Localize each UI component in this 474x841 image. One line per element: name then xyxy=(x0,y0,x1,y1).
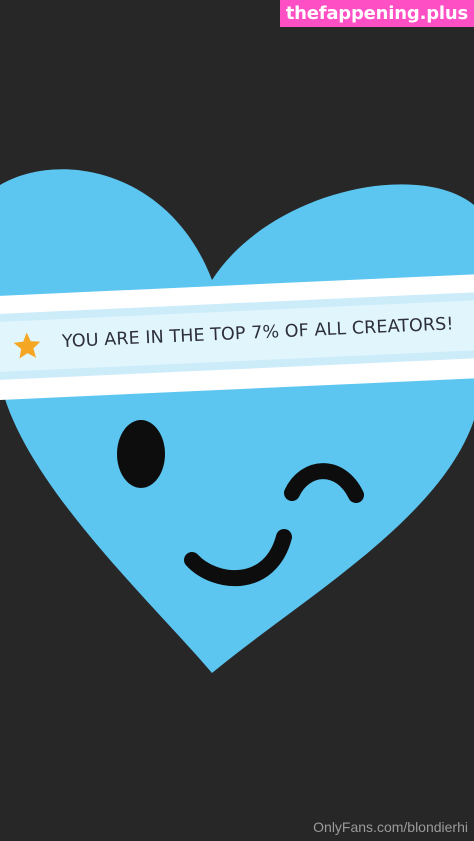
creator-rank-screen: YOU ARE IN THE TOP 7% OF ALL CREATORS! t… xyxy=(0,0,474,841)
left-eye xyxy=(117,420,165,488)
heart-shape xyxy=(0,169,474,673)
heart-mascot xyxy=(0,169,474,673)
top-creator-banner: YOU ARE IN THE TOP 7% OF ALL CREATORS! xyxy=(0,273,474,401)
site-watermark: thefappening.plus xyxy=(279,0,474,27)
creator-credit-watermark: OnlyFans.com/blondierhi xyxy=(313,819,468,835)
star-icon xyxy=(13,332,41,359)
